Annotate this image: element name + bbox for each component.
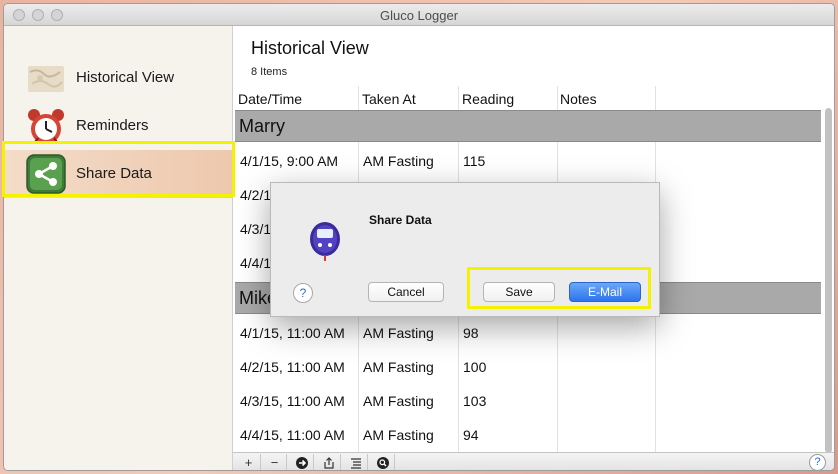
cancel-button[interactable]: Cancel bbox=[368, 282, 444, 302]
table-row[interactable]: 4/1/15, 11:00 AM AM Fasting 98 bbox=[235, 316, 821, 350]
map-icon bbox=[28, 66, 64, 92]
glucometer-icon bbox=[310, 222, 340, 261]
group-name: Marry bbox=[239, 116, 285, 136]
table-row[interactable]: 4/1/15, 9:00 AM AM Fasting 115 bbox=[235, 144, 821, 178]
go-button[interactable] bbox=[290, 454, 314, 470]
dialog-help-button[interactable]: ? bbox=[293, 283, 313, 303]
bottom-toolbar: + − ? bbox=[233, 452, 834, 470]
column-header-datetime[interactable]: Date/Time bbox=[238, 91, 302, 107]
arrow-circle-icon bbox=[295, 457, 308, 469]
table-row[interactable]: 4/2/15, 11:00 AM AM Fasting 100 bbox=[235, 350, 821, 384]
cell-taken-at: AM Fasting bbox=[363, 427, 434, 443]
sidebar-item-historical-view[interactable]: Historical View bbox=[4, 54, 233, 102]
help-button[interactable]: ? bbox=[809, 454, 826, 470]
table-row[interactable]: 4/4/15, 11:00 AM AM Fasting 94 bbox=[235, 418, 821, 452]
table-scrollbar[interactable] bbox=[823, 108, 833, 453]
cell-datetime: 4/1/15, 9:00 AM bbox=[240, 153, 339, 169]
cell-datetime: 4/4/1 bbox=[240, 255, 272, 271]
cell-taken-at: AM Fasting bbox=[363, 325, 434, 341]
item-count: 8 Items bbox=[251, 66, 288, 78]
dialog-title: Share Data bbox=[369, 213, 432, 227]
add-button[interactable]: + bbox=[237, 454, 261, 470]
cell-datetime: 4/2/1 bbox=[240, 187, 272, 203]
window-title: Gluco Logger bbox=[379, 8, 459, 23]
sidebar-item-reminders[interactable]: Reminders bbox=[4, 102, 233, 150]
sidebar-item-label: Historical View bbox=[76, 69, 175, 86]
alarm-clock-icon bbox=[28, 109, 64, 144]
cell-reading: 103 bbox=[463, 393, 487, 409]
list-button[interactable] bbox=[344, 454, 368, 470]
share-button[interactable] bbox=[317, 454, 341, 470]
group-header: Marry bbox=[235, 110, 821, 142]
search-icon bbox=[376, 457, 389, 469]
cell-reading: 115 bbox=[463, 153, 486, 169]
list-icon bbox=[350, 458, 361, 469]
scrollbar-thumb[interactable] bbox=[825, 108, 832, 453]
sidebar: Historical View Reminders Share Data bbox=[4, 26, 233, 470]
share-data-dialog: Share Data ? Cancel Save E-Mail bbox=[270, 182, 660, 317]
share-icon bbox=[26, 154, 66, 194]
cell-datetime: 4/4/15, 11:00 AM bbox=[240, 427, 345, 443]
save-button[interactable]: Save bbox=[483, 282, 555, 302]
column-header-taken-at[interactable]: Taken At bbox=[362, 91, 416, 107]
title-bar[interactable]: Gluco Logger bbox=[4, 4, 834, 26]
email-button[interactable]: E-Mail bbox=[569, 282, 641, 302]
sidebar-item-label: Share Data bbox=[76, 165, 152, 182]
cell-taken-at: AM Fasting bbox=[363, 393, 434, 409]
sidebar-item-label: Reminders bbox=[76, 117, 149, 134]
cell-datetime: 4/3/1 bbox=[240, 221, 272, 237]
column-header-reading[interactable]: Reading bbox=[462, 91, 514, 107]
cell-reading: 100 bbox=[463, 359, 487, 375]
share-arrow-icon bbox=[323, 457, 334, 469]
cell-reading: 98 bbox=[463, 325, 479, 341]
cell-datetime: 4/3/15, 11:00 AM bbox=[240, 393, 345, 409]
cell-taken-at: AM Fasting bbox=[363, 153, 434, 169]
page-title: Historical View bbox=[251, 38, 369, 58]
cell-datetime: 4/1/15, 11:00 AM bbox=[240, 325, 345, 341]
cell-datetime: 4/2/15, 11:00 AM bbox=[240, 359, 345, 375]
column-header-notes[interactable]: Notes bbox=[560, 91, 597, 107]
sidebar-item-share-data[interactable]: Share Data bbox=[4, 150, 233, 198]
cell-taken-at: AM Fasting bbox=[363, 359, 434, 375]
remove-button[interactable]: − bbox=[263, 454, 287, 470]
cell-reading: 94 bbox=[463, 427, 479, 443]
search-button[interactable] bbox=[371, 454, 395, 470]
table-row[interactable]: 4/3/15, 11:00 AM AM Fasting 103 bbox=[235, 384, 821, 418]
